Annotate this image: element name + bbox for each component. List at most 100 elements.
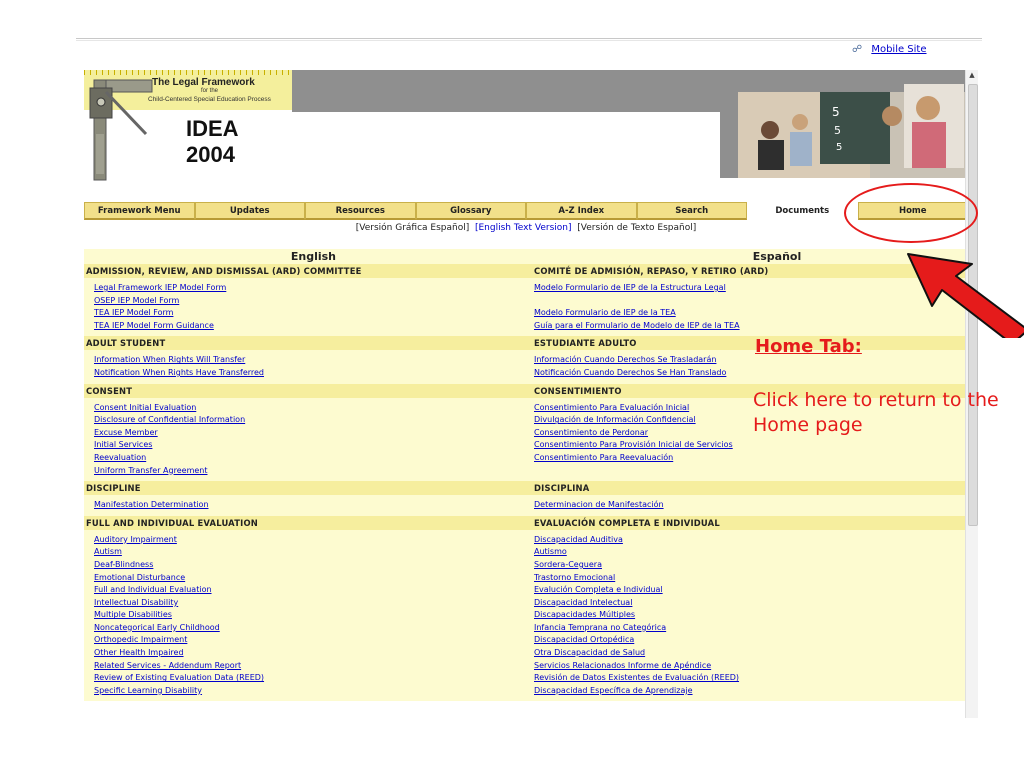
document-link-en[interactable]: Noncategorical Early Childhood <box>94 623 220 632</box>
document-link-es[interactable]: Infancia Temprana no Categórica <box>534 623 666 632</box>
document-cell-en: Reevaluation <box>84 452 526 465</box>
document-link-es[interactable]: Modelo Formulario de IEP de la Estructur… <box>534 283 726 292</box>
document-link-en[interactable]: TEA IEP Model Form <box>94 308 173 317</box>
document-link-en[interactable]: Notification When Rights Have Transferre… <box>94 368 264 377</box>
svg-text:5: 5 <box>834 124 841 137</box>
document-link-es[interactable]: Discapacidad Específica de Aprendizaje <box>534 686 693 695</box>
document-link-es[interactable]: Discapacidad Ortopédica <box>534 635 634 644</box>
document-link-es[interactable]: Información Cuando Derechos Se Trasladar… <box>534 355 716 364</box>
svg-text:5: 5 <box>836 142 842 153</box>
tab-resources[interactable]: Resources <box>305 202 416 220</box>
document-link-es[interactable]: Consentimiento Para Reevaluación <box>534 453 673 462</box>
document-link-en[interactable]: Related Services - Addendum Report <box>94 661 241 670</box>
document-link-es[interactable]: Guía para el Formulario de Modelo de IEP… <box>534 321 740 330</box>
document-link-en[interactable]: Other Health Impaired <box>94 648 184 657</box>
document-row: Emotional Disturbance Trastorno Emocional <box>84 571 968 585</box>
document-link-en[interactable]: Full and Individual Evaluation <box>94 585 212 594</box>
document-link-es[interactable]: Discapacidades Múltiples <box>534 610 635 619</box>
document-cell-en: Excuse Member <box>84 427 526 440</box>
document-row: Full and Individual Evaluation Evalución … <box>84 584 968 597</box>
document-link-en[interactable]: Uniform Transfer Agreement <box>94 466 207 475</box>
document-cell-en: Initial Services <box>84 439 526 452</box>
document-cell-es: Trastorno Emocional <box>526 572 968 585</box>
document-row: Autism Autismo <box>84 546 968 559</box>
document-link-en[interactable]: Intellectual Disability <box>94 598 178 607</box>
annotation-text: Click here to return to the Home page <box>753 389 999 436</box>
document-link-en[interactable]: Multiple Disabilities <box>94 610 172 619</box>
document-link-en[interactable]: Manifestation Determination <box>94 500 209 509</box>
document-link-en[interactable]: Excuse Member <box>94 428 158 437</box>
document-link-en[interactable]: Consent Initial Evaluation <box>94 403 196 412</box>
document-link-es[interactable]: Autismo <box>534 547 567 556</box>
link-english-text[interactable]: [English Text Version] <box>475 223 572 233</box>
tab-a-z-index[interactable]: A-Z Index <box>526 202 637 220</box>
document-link-es[interactable]: Modelo Formulario de IEP de la TEA <box>534 308 676 317</box>
document-row: TEA IEP Model Form Modelo Formulario de I… <box>84 307 968 320</box>
document-cell-en: Multiple Disabilities <box>84 609 526 622</box>
link-graphic-spanish[interactable]: [Versión Gráfica Español] <box>356 223 469 233</box>
document-cell-es <box>526 465 968 478</box>
document-link-en[interactable]: Deaf-Blindness <box>94 560 153 569</box>
document-link-en[interactable]: Emotional Disturbance <box>94 573 185 582</box>
document-link-es[interactable]: Consentimiento Para Provisión Inicial de… <box>534 440 733 449</box>
document-row: Auditory Impairment Discapacidad Auditiva <box>84 533 968 547</box>
document-link-en[interactable]: Specific Learning Disability <box>94 686 202 695</box>
document-cell-es: Autismo <box>526 546 968 559</box>
document-link-en[interactable]: Initial Services <box>94 440 152 449</box>
mobile-site-link[interactable]: Mobile Site <box>871 44 926 55</box>
tab-search[interactable]: Search <box>636 202 747 220</box>
main-nav: Framework Menu Updates Resources Glossar… <box>84 202 968 220</box>
document-cell-en: Disclosure of Confidential Information <box>84 414 526 427</box>
scroll-up-icon[interactable]: ▲ <box>966 70 978 80</box>
document-cell-en: Noncategorical Early Childhood <box>84 622 526 635</box>
document-link-es[interactable]: Discapacidad Auditiva <box>534 535 623 544</box>
document-cell-en: TEA IEP Model Form <box>84 307 526 320</box>
section-title-es: EVALUACIÓN COMPLETA E INDIVIDUAL <box>534 517 720 528</box>
document-link-es[interactable]: Servicios Relacionados Informe de Apéndi… <box>534 661 711 670</box>
document-link-en[interactable]: Information When Rights Will Transfer <box>94 355 245 364</box>
document-link-en[interactable]: Review of Existing Evaluation Data (REED… <box>94 673 264 682</box>
document-link-es[interactable]: Notificación Cuando Derechos Se Han Tran… <box>534 368 726 377</box>
tab-framework-menu[interactable]: Framework Menu <box>84 202 195 220</box>
document-link-es[interactable]: Consentimiento Para Evaluación Inicial <box>534 403 689 412</box>
document-cell-es: Determinacion de Manifestación <box>526 499 968 512</box>
language-header-row: English Español <box>84 249 968 264</box>
section-header-row: DISCIPLINE DISCIPLINA <box>84 481 968 496</box>
document-link-es[interactable]: Determinacion de Manifestación <box>534 500 664 509</box>
document-link-en[interactable]: Legal Framework IEP Model Form <box>94 283 226 292</box>
document-cell-en: Other Health Impaired <box>84 647 526 660</box>
section-header-row: FULL AND INDIVIDUAL EVALUATION EVALUACIÓN… <box>84 515 968 530</box>
section-title-en: ADULT STUDENT <box>86 338 166 349</box>
section-header-row: ADMISSION, REVIEW, AND DISMISSAL (ARD) C… <box>84 264 968 278</box>
document-link-es[interactable]: Trastorno Emocional <box>534 573 615 582</box>
sections-container: ADMISSION, REVIEW, AND DISMISSAL (ARD) C… <box>84 264 968 702</box>
document-row: Specific Learning Disability Discapacidad… <box>84 684 968 698</box>
logo-title: The Legal Framework <box>152 77 255 88</box>
link-text-spanish[interactable]: [Versión de Texto Español] <box>577 223 696 233</box>
document-link-en[interactable]: Auditory Impairment <box>94 535 177 544</box>
tab-documents[interactable]: Documents <box>747 202 858 220</box>
document-link-es[interactable]: Divulgación de Información Confidencial <box>534 415 696 424</box>
logo-idea: IDEA 2004 <box>186 116 239 168</box>
document-link-en[interactable]: Orthopedic Impairment <box>94 635 187 644</box>
document-cell-en: Manifestation Determination <box>84 499 526 512</box>
document-cell-en: Specific Learning Disability <box>84 685 526 698</box>
document-link-en[interactable]: TEA IEP Model Form Guidance <box>94 321 214 330</box>
document-link-es[interactable]: Discapacidad Intelectual <box>534 598 632 607</box>
document-link-es[interactable]: Otra Discapacidad de Salud <box>534 648 645 657</box>
document-cell-en: Auditory Impairment <box>84 534 526 547</box>
document-link-es[interactable]: Evalución Completa e Individual <box>534 585 663 594</box>
document-cell-en: Autism <box>84 546 526 559</box>
document-link-en[interactable]: Autism <box>94 547 122 556</box>
document-link-en[interactable]: Disclosure of Confidential Information <box>94 415 245 424</box>
document-link-en[interactable]: Reevaluation <box>94 453 146 462</box>
document-cell-en: Information When Rights Will Transfer <box>84 354 526 367</box>
document-row: Noncategorical Early Childhood Infancia T… <box>84 621 968 635</box>
document-link-en[interactable]: OSEP IEP Model Form <box>94 296 179 305</box>
document-link-es[interactable]: Consentimiento de Perdonar <box>534 428 648 437</box>
document-cell-es: Discapacidad Ortopédica <box>526 634 968 647</box>
tab-updates[interactable]: Updates <box>194 202 305 220</box>
tab-glossary[interactable]: Glossary <box>415 202 526 220</box>
document-link-es[interactable]: Sordera-Ceguera <box>534 560 602 569</box>
document-link-es[interactable]: Revisión de Datos Existentes de Evaluaci… <box>534 673 739 682</box>
